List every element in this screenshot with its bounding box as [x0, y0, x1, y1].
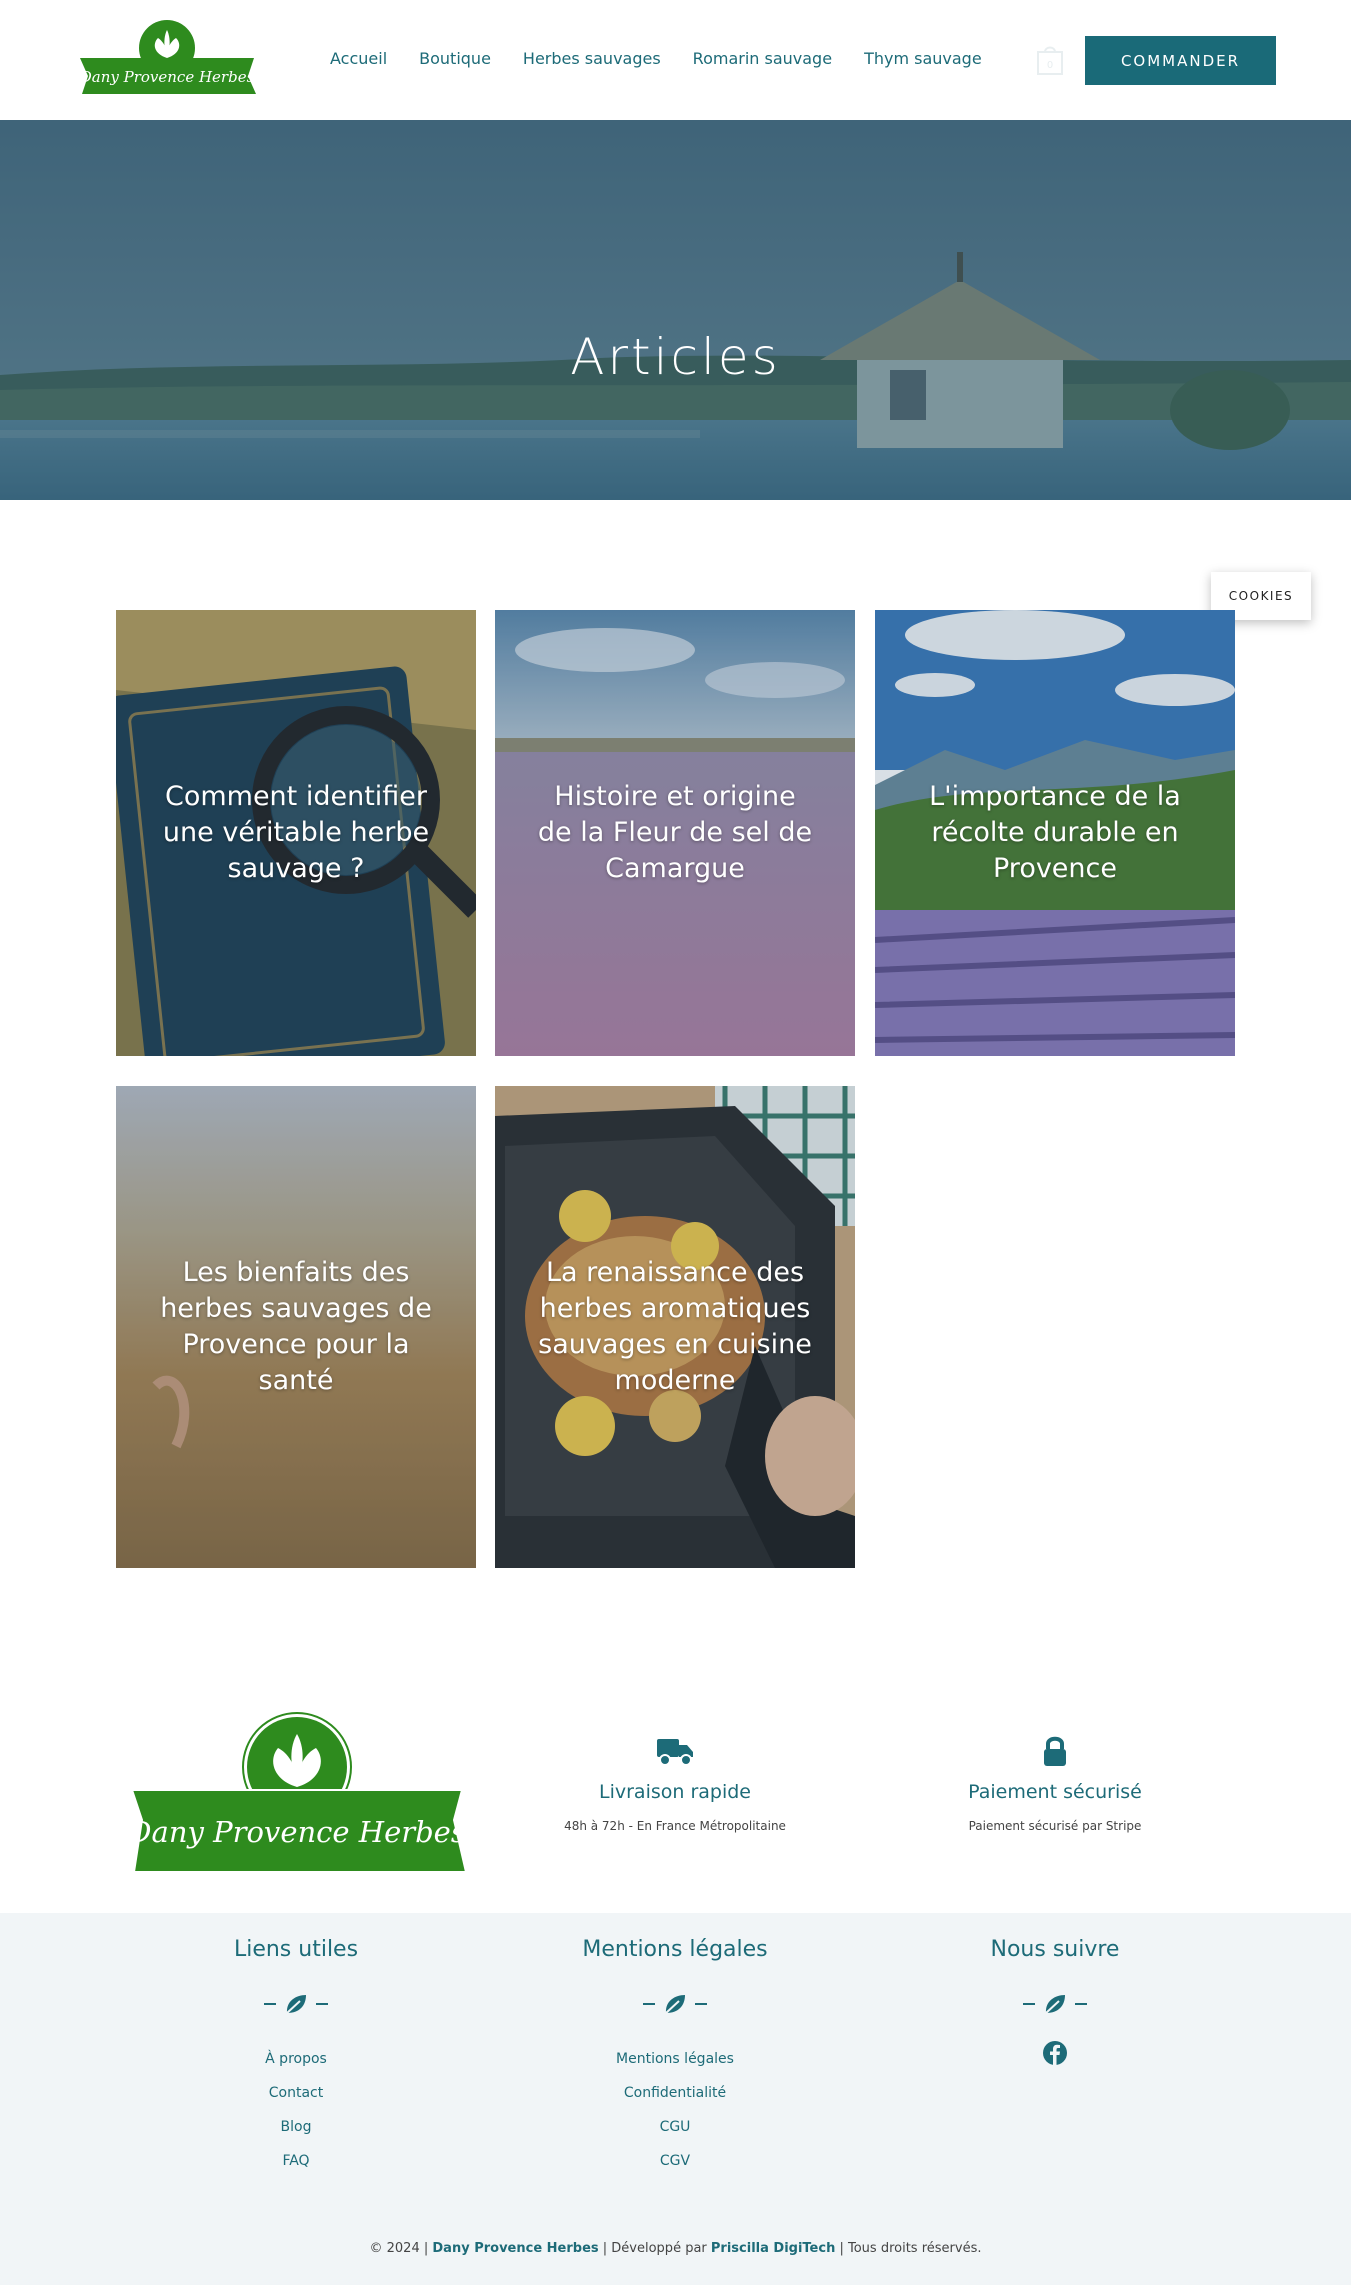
feature-desc: 48h à 72h - En France Métropolitaine [564, 1819, 786, 1833]
svg-text:Dany Provence Herbes: Dany Provence Herbes [79, 68, 255, 86]
leaf-icon [665, 1995, 685, 2014]
site-logo[interactable]: Dany Provence Herbes [78, 18, 256, 102]
site-header: Dany Provence Herbes Accueil Boutique He… [0, 0, 1351, 120]
footer-link-confidentialite[interactable]: Confidentialité [495, 2076, 855, 2110]
feature-title: Paiement sécurisé [968, 1781, 1142, 1803]
article-title: Les bienfaits des herbes sauvages de Pro… [160, 1257, 432, 1396]
footer-link-faq[interactable]: FAQ [116, 2144, 476, 2178]
footer-link-cgv[interactable]: CGV [495, 2144, 855, 2178]
footer-col-title: Mentions légales [582, 1937, 768, 1962]
article-title: La renaissance des herbes aromatiques sa… [538, 1257, 812, 1396]
footer-link-blog[interactable]: Blog [116, 2110, 476, 2144]
article-card-4[interactable]: Les bienfaits des herbes sauvages de Pro… [116, 1086, 476, 1568]
page-title: Articles [570, 328, 781, 386]
nav-herbes-sauvages[interactable]: Herbes sauvages [523, 49, 661, 68]
footer-logo[interactable]: Dany Provence Herbes [128, 1712, 466, 1878]
developer-link[interactable]: Priscilla DigiTech [711, 2241, 835, 2256]
hero-background [0, 120, 1351, 500]
footer-link-cgu[interactable]: CGU [495, 2110, 855, 2144]
hero-banner: Articles [0, 120, 1351, 500]
leaf-icon [286, 1995, 306, 2014]
nav-accueil[interactable]: Accueil [330, 49, 387, 68]
footer-link-contact[interactable]: Contact [116, 2076, 476, 2110]
nav-thym-sauvage[interactable]: Thym sauvage [864, 49, 982, 68]
footer-links: À propos Contact Blog FAQ [116, 2042, 476, 2178]
leaf-divider [495, 1992, 855, 2016]
rights-text: | Tous droits réservés. [839, 2241, 982, 2256]
lock-icon [1044, 1736, 1066, 1766]
footer-col-mentions: Mentions légales Mentions légales Confid… [495, 1937, 855, 2178]
article-card-2[interactable]: Histoire et origine de la Fleur de sel d… [495, 610, 855, 1056]
leaf-divider [116, 1992, 476, 2016]
nav-boutique[interactable]: Boutique [419, 49, 491, 68]
svg-text:0: 0 [1047, 60, 1053, 71]
article-title: L'importance de la récolte durable en Pr… [929, 781, 1181, 884]
footer-col-title: Liens utiles [233, 1937, 359, 1962]
footer-col-social: Nous suivre [875, 1937, 1235, 2066]
truck-icon [657, 1739, 693, 1766]
facebook-icon[interactable] [1042, 2040, 1068, 2066]
article-card-5[interactable]: La renaissance des herbes aromatiques sa… [495, 1086, 855, 1568]
leaf-divider [875, 1992, 1235, 2016]
footer-links: Mentions légales Confidentialité CGU CGV [495, 2042, 855, 2178]
feature-payment: Paiement sécurisé Paiement sécurisé par … [875, 1735, 1235, 1833]
article-card-1[interactable]: Comment identifier une véritable herbe s… [116, 610, 476, 1056]
footer-link-mentions-legales[interactable]: Mentions légales [495, 2042, 855, 2076]
leaf-icon [1045, 1995, 1065, 2014]
feature-title: Livraison rapide [599, 1781, 751, 1803]
feature-delivery: Livraison rapide 48h à 72h - En France M… [495, 1735, 855, 1833]
cart-icon[interactable]: 0 [1036, 44, 1064, 76]
order-button[interactable]: COMMANDER [1085, 36, 1276, 85]
feature-desc: Paiement sécurisé par Stripe [968, 1819, 1142, 1833]
copyright: © 2024 | Dany Provence Herbes | Développ… [0, 2241, 1351, 2256]
copyright-prefix: © 2024 | [369, 2241, 429, 2256]
article-card-3[interactable]: L'importance de la récolte durable en Pr… [875, 610, 1235, 1056]
brand-link[interactable]: Dany Provence Herbes [432, 2241, 598, 2256]
footer-link-a-propos[interactable]: À propos [116, 2042, 476, 2076]
main-nav: Accueil Boutique Herbes sauvages Romarin… [330, 49, 982, 68]
footer-col-liens: Liens utiles À propos Contact Blog FAQ [116, 1937, 476, 2178]
article-title: Comment identifier une véritable herbe s… [162, 781, 430, 884]
developer-prefix: | Développé par [602, 2241, 707, 2256]
footer-col-title: Nous suivre [990, 1937, 1120, 1962]
article-title: Histoire et origine de la Fleur de sel d… [537, 781, 813, 884]
nav-romarin-sauvage[interactable]: Romarin sauvage [693, 49, 832, 68]
svg-text:Dany Provence Herbes: Dany Provence Herbes [128, 1815, 466, 1849]
site-footer: Liens utiles À propos Contact Blog FAQ M… [0, 1913, 1351, 2285]
